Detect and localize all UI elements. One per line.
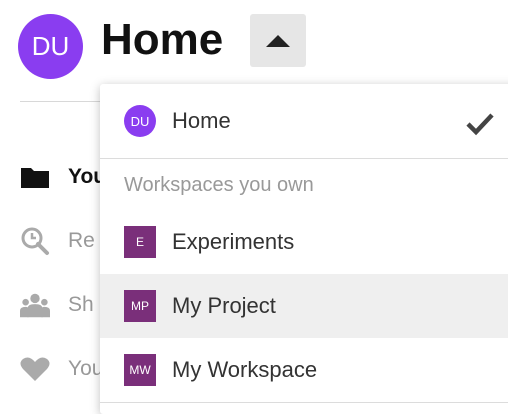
- folder-icon: [20, 162, 50, 192]
- heart-icon: [20, 354, 50, 384]
- menu-item-workspace[interactable]: MW My Workspace: [100, 338, 508, 402]
- menu-item-label: Experiments: [172, 229, 295, 254]
- caret-up-icon: [266, 34, 290, 47]
- divider: [100, 402, 508, 403]
- menu-item-label: My Project: [172, 293, 276, 318]
- search-clock-icon: [20, 226, 50, 256]
- workspace-badge: E: [124, 226, 156, 258]
- workspace-dropdown-menu: DU Home Workspaces you own E Experiments…: [100, 84, 508, 414]
- sidebar-item-shared[interactable]: Sh: [20, 290, 94, 320]
- menu-item-home[interactable]: DU Home: [100, 84, 508, 158]
- sidebar-item-label: Re: [68, 229, 95, 252]
- sidebar-item-favorites[interactable]: You: [20, 354, 103, 384]
- workspace-badge: MP: [124, 290, 156, 322]
- user-avatar[interactable]: DU: [18, 14, 83, 79]
- checkmark-icon: [466, 112, 494, 141]
- header: DU Home: [0, 0, 508, 84]
- avatar: DU: [124, 105, 156, 137]
- menu-item-label: My Workspace: [172, 357, 318, 382]
- section-header: Workspaces you own: [124, 174, 314, 196]
- menu-item-label: Home: [172, 108, 231, 133]
- people-icon: [20, 290, 50, 320]
- sidebar-item-recent[interactable]: Re: [20, 226, 95, 256]
- divider: [100, 158, 508, 159]
- divider: [20, 101, 102, 102]
- sidebar-item-label: You: [68, 357, 104, 380]
- menu-item-workspace[interactable]: MP My Project: [100, 274, 508, 338]
- menu-item-workspace[interactable]: E Experiments: [100, 210, 508, 274]
- sidebar-item-label: Sh: [68, 293, 94, 316]
- page-title: Home: [101, 15, 224, 64]
- workspace-badge: MW: [124, 354, 156, 386]
- sidebar-item-your-files[interactable]: You: [20, 162, 106, 192]
- workspace-switcher-toggle-button[interactable]: [250, 14, 306, 67]
